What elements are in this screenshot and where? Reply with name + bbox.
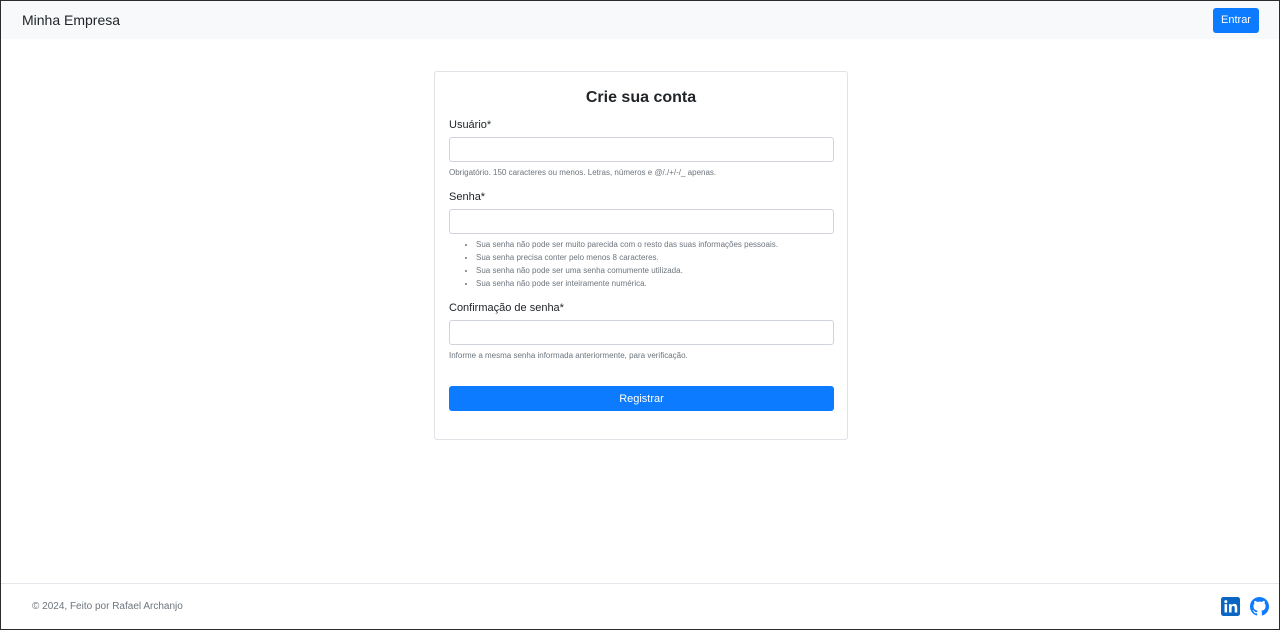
password-help-item: Sua senha precisa conter pelo menos 8 ca… xyxy=(476,251,833,264)
password-input[interactable] xyxy=(449,209,834,234)
navbar: Minha Empresa Entrar xyxy=(1,1,1279,39)
username-input[interactable] xyxy=(449,137,834,162)
username-help: Obrigatório. 150 caracteres ou menos. Le… xyxy=(449,168,717,177)
brand-link[interactable]: Minha Empresa xyxy=(22,12,120,28)
linkedin-icon[interactable] xyxy=(1221,597,1240,616)
password-help-item: Sua senha não pode ser uma senha comumen… xyxy=(476,264,833,277)
password-help-item: Sua senha não pode ser muito parecida co… xyxy=(476,238,833,251)
password-help-item: Sua senha não pode ser inteiramente numé… xyxy=(476,277,833,290)
password-label: Senha* xyxy=(449,191,486,203)
social-links xyxy=(1221,597,1269,616)
password-confirm-input[interactable] xyxy=(449,320,834,345)
register-button[interactable]: Registrar xyxy=(449,386,834,411)
form-title: Crie sua conta xyxy=(585,89,697,106)
password-confirm-help: Informe a mesma senha informada anterior… xyxy=(449,351,688,360)
footer-copyright: © 2024, Feito por Rafael Archanjo xyxy=(32,601,183,612)
signup-card: Crie sua conta Usuário* Obrigatório. 150… xyxy=(434,71,848,440)
password-confirm-label: Confirmação de senha* xyxy=(449,302,564,314)
login-button[interactable]: Entrar xyxy=(1213,7,1259,33)
username-label: Usuário* xyxy=(449,119,492,131)
password-help-list: Sua senha não pode ser muito parecida co… xyxy=(449,238,833,290)
footer: © 2024, Feito por Rafael Archanjo xyxy=(1,583,1279,629)
github-icon[interactable] xyxy=(1250,597,1269,616)
